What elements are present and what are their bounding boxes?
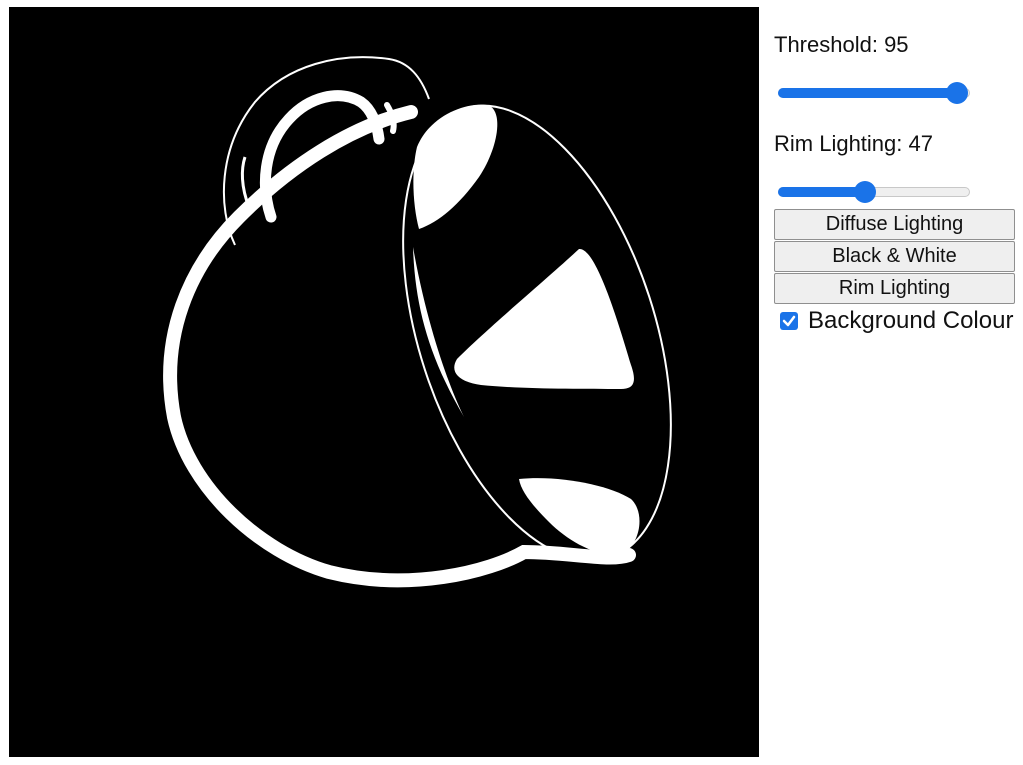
controls-panel: Threshold: 95 Rim Lighting: 47 Diffuse L… — [774, 30, 1019, 337]
threshold-slider-fill — [778, 88, 958, 98]
threshold-label-text: Threshold: — [774, 32, 885, 57]
cup-render — [9, 7, 759, 757]
rim-lighting-slider-fill — [778, 187, 866, 197]
black-white-button[interactable]: Black & White — [774, 241, 1015, 272]
background-colour-row[interactable]: Background Colour — [774, 305, 1019, 337]
threshold-value: 95 — [884, 32, 909, 57]
rim-lighting-slider-thumb[interactable] — [854, 181, 877, 203]
checkmark-icon — [782, 315, 796, 327]
rim-lighting-button[interactable]: Rim Lighting — [774, 273, 1015, 304]
rim-lighting-label: Rim Lighting: 47 — [774, 129, 1019, 159]
background-colour-label: Background Colour — [808, 307, 1014, 334]
diffuse-lighting-button[interactable]: Diffuse Lighting — [774, 209, 1015, 240]
threshold-label: Threshold: 95 — [774, 30, 1019, 60]
background-colour-checkbox[interactable] — [780, 312, 798, 330]
threshold-slider[interactable] — [778, 82, 970, 104]
render-canvas — [9, 7, 759, 757]
rim-lighting-slider[interactable] — [778, 181, 970, 203]
rim-lighting-value: 47 — [908, 131, 933, 156]
rim-lighting-label-text: Rim Lighting: — [774, 131, 909, 156]
threshold-slider-thumb[interactable] — [946, 82, 969, 104]
